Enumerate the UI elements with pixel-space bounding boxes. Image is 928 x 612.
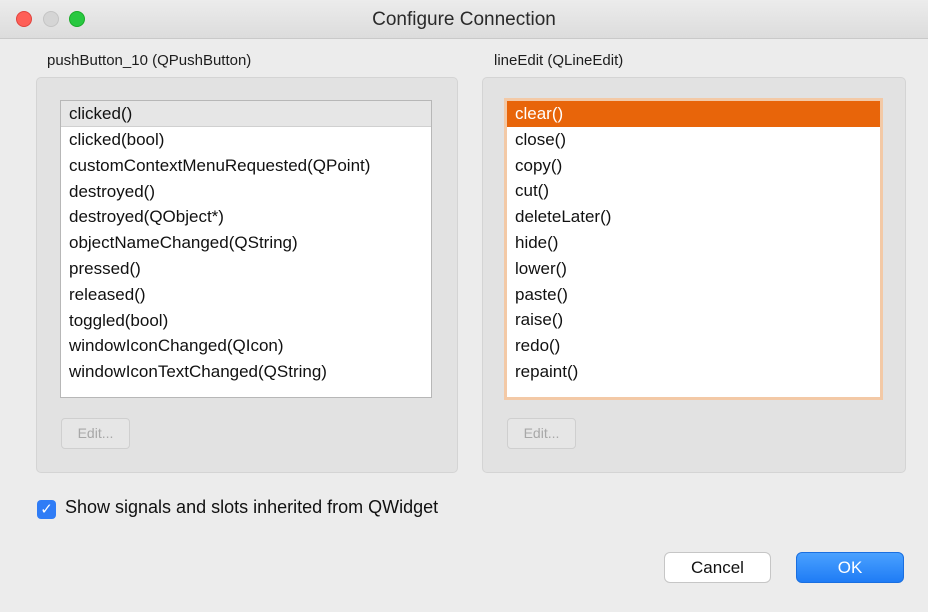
signal-list-item[interactable]: objectNameChanged(QString) (61, 230, 431, 256)
slot-edit-button[interactable]: Edit... (507, 418, 576, 449)
window-title: Configure Connection (372, 9, 556, 30)
slot-list-item[interactable]: paste() (507, 282, 880, 308)
slot-list-item[interactable]: cut() (507, 178, 880, 204)
signal-edit-button[interactable]: Edit... (61, 418, 130, 449)
slot-list-item[interactable]: redo() (507, 333, 880, 359)
signal-list[interactable]: clicked() clicked(bool) customContextMenuR… (60, 100, 432, 398)
slot-list-item[interactable]: lower() (507, 256, 880, 282)
slot-list-item[interactable]: copy() (507, 153, 880, 179)
signal-list-item[interactable]: windowIconTextChanged(QString) (61, 359, 431, 385)
signal-group-label: pushButton_10 (QPushButton) (47, 52, 252, 69)
signal-list-item[interactable]: windowIconChanged(QIcon) (61, 333, 431, 359)
slot-list-item[interactable]: repaint() (507, 359, 880, 385)
signal-list-item[interactable]: customContextMenuRequested(QPoint) (61, 153, 431, 179)
cancel-button[interactable]: Cancel (664, 552, 771, 583)
slot-list-item[interactable]: deleteLater() (507, 204, 880, 230)
checkmark-icon: ✓ (40, 501, 53, 518)
signal-list-item[interactable]: destroyed() (61, 179, 431, 205)
slot-list[interactable]: clear() close() copy() cut() deleteLater() hi… (504, 98, 883, 400)
slot-list-item[interactable]: clear() (507, 101, 880, 127)
slot-list-item[interactable]: raise() (507, 307, 880, 333)
signal-list-item[interactable]: pressed() (61, 256, 431, 282)
slot-list-item[interactable]: close() (507, 127, 880, 153)
inherited-checkbox-label[interactable]: Show signals and slots inherited from QW… (65, 497, 438, 518)
signal-list-item[interactable]: released() (61, 282, 431, 308)
slot-list-item[interactable]: hide() (507, 230, 880, 256)
inherited-checkbox[interactable]: ✓ (37, 500, 56, 519)
title-bar: Configure Connection (0, 0, 928, 39)
signal-list-item[interactable]: clicked() (61, 101, 431, 127)
signal-list-item[interactable]: destroyed(QObject*) (61, 204, 431, 230)
signal-list-item[interactable]: toggled(bool) (61, 308, 431, 334)
signal-list-item[interactable]: clicked(bool) (61, 127, 431, 153)
ok-button[interactable]: OK (796, 552, 904, 583)
slot-group-label: lineEdit (QLineEdit) (494, 52, 624, 69)
